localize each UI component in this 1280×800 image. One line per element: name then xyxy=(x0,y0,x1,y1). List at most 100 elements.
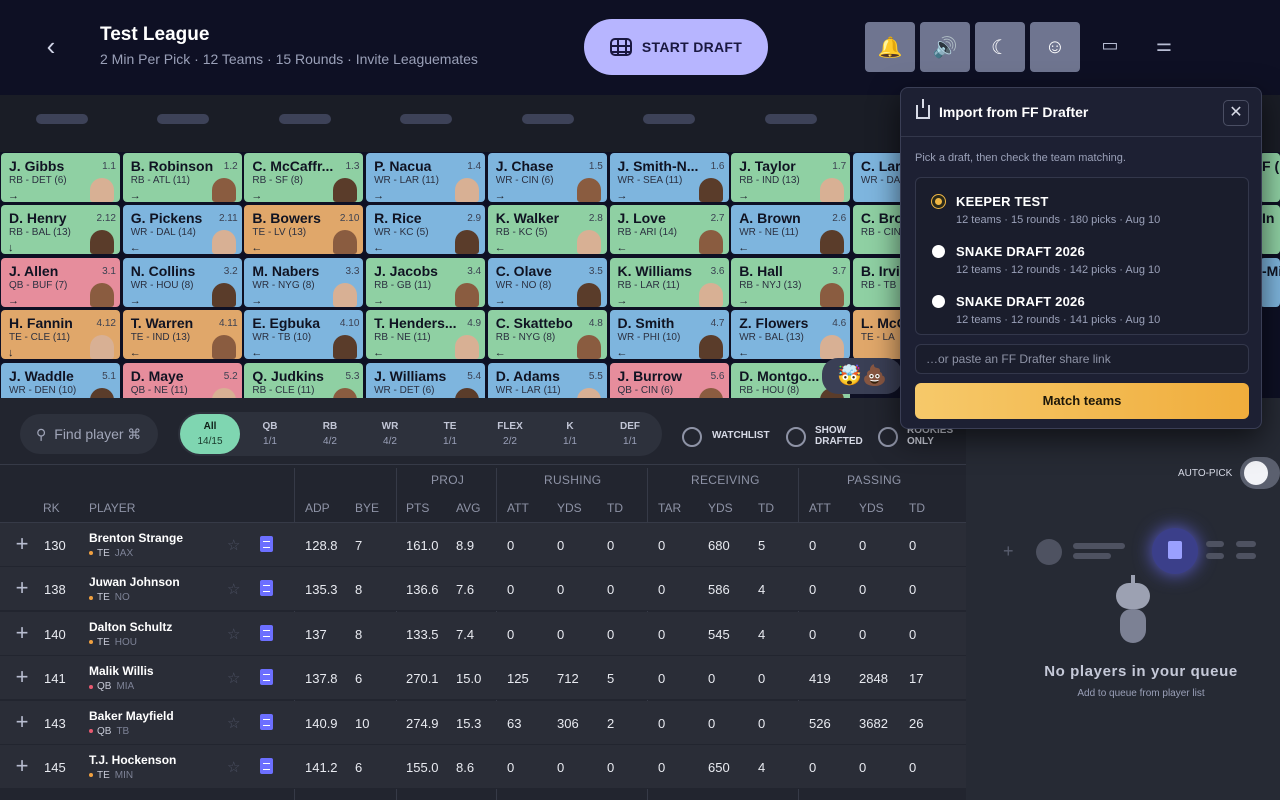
draft-pick-card[interactable]: M. Nabers 3.3 WR - NYG (8) → xyxy=(244,257,364,307)
draft-pick-card[interactable]: D. Smith 4.7 WR - PHI (10) ← xyxy=(609,310,729,360)
col-rec-yds[interactable]: YDS xyxy=(708,501,733,515)
draft-pick-card[interactable]: J. Gibbs 1.1 RB - DET (6) → xyxy=(1,153,120,202)
col-adp[interactable]: ADP xyxy=(305,501,330,515)
table-row[interactable]: +141 137.8 6 270.1 15.0 125 712 5 0 0 0 419 2848 17 Ma… xyxy=(0,656,966,701)
notes-icon[interactable] xyxy=(260,536,273,552)
draft-pick-card[interactable]: P. Nacua 1.4 WR - LAR (11) → xyxy=(366,153,486,202)
autopick-toggle[interactable] xyxy=(1240,457,1280,489)
draft-pick-card[interactable]: D. Henry 2.12 RB - BAL (13) ↓ xyxy=(1,205,120,255)
match-teams-button[interactable]: Match teams xyxy=(915,383,1249,419)
start-draft-button[interactable]: START DRAFT xyxy=(584,19,768,75)
show-drafted-checkbox[interactable] xyxy=(786,427,806,447)
speaker-icon[interactable]: 🔊 xyxy=(920,22,970,72)
player-name[interactable]: Malik Willis xyxy=(89,664,154,678)
draft-pick-card[interactable]: N. Collins 3.2 WR - HOU (8) → xyxy=(122,257,242,307)
draft-pick-card[interactable]: B. Bowers 2.10 TE - LV (13) ← xyxy=(244,205,364,255)
draft-pick-card-partial[interactable]: In xyxy=(1260,205,1280,255)
add-to-queue-icon[interactable]: + xyxy=(11,755,33,778)
col-pts[interactable]: PTS xyxy=(406,501,429,515)
filter-tab-flex[interactable]: FLEX 2/2 xyxy=(480,414,540,454)
draft-pick-card[interactable]: Z. Flowers 4.6 WR - BAL (13) ← xyxy=(731,310,851,360)
star-icon[interactable]: ☆ xyxy=(227,536,240,554)
filter-tab-wr[interactable]: WR 4/2 xyxy=(360,414,420,454)
draft-pick-card[interactable]: T. Henders... 4.9 RB - NE (11) ← xyxy=(366,310,486,360)
draft-pick-card[interactable]: R. Rice 2.9 WR - KC (5) ← xyxy=(366,205,486,255)
draft-pick-card[interactable]: K. Williams 3.6 RB - LAR (11) → xyxy=(609,257,729,307)
star-icon[interactable]: ☆ xyxy=(227,669,240,687)
draft-pick-card[interactable]: B. Hall 3.7 RB - NYJ (13) → xyxy=(731,257,851,307)
emoji-reaction[interactable]: 🤯💩 xyxy=(822,358,902,394)
col-rush-yds[interactable]: YDS xyxy=(557,501,582,515)
col-tar[interactable]: TAR xyxy=(658,501,681,515)
settings-sliders-icon[interactable]: ⚌ xyxy=(1149,35,1179,59)
notes-icon[interactable] xyxy=(260,624,273,641)
add-to-queue-icon[interactable]: + xyxy=(11,533,33,556)
col-avg[interactable]: AVG xyxy=(456,501,480,515)
draft-pick-card[interactable]: J. Smith-N... 1.6 WR - SEA (11) → xyxy=(609,153,729,202)
col-rk[interactable]: RK xyxy=(43,501,60,515)
notes-icon[interactable] xyxy=(260,713,273,730)
col-pass-att[interactable]: ATT xyxy=(809,501,831,515)
draft-pick-card[interactable]: T. Warren 4.11 TE - IND (13) ← xyxy=(122,310,242,360)
draft-pick-card[interactable]: J. Williams 5.4 WR - DET (6) xyxy=(366,362,486,398)
col-bye[interactable]: BYE xyxy=(355,501,379,515)
filter-tab-qb[interactable]: QB 1/1 xyxy=(240,414,300,454)
star-icon[interactable]: ☆ xyxy=(227,758,240,776)
col-player[interactable]: PLAYER xyxy=(89,501,135,515)
draft-pick-card[interactable]: J. Chase 1.5 WR - CIN (6) → xyxy=(487,153,607,202)
filter-tab-def[interactable]: DEF 1/1 xyxy=(600,414,660,454)
draft-pick-card-partial[interactable]: -Mi xyxy=(1260,257,1280,307)
star-icon[interactable]: ☆ xyxy=(227,714,240,732)
draft-option[interactable]: SNAKE DRAFT 2026 12 teams · 12 rounds · 1… xyxy=(916,232,1248,282)
draft-option[interactable]: SNAKE DRAFT 2026 12 teams · 12 rounds · 1… xyxy=(916,282,1248,332)
draft-pick-card[interactable]: C. Olave 3.5 WR - NO (8) → xyxy=(487,257,607,307)
moon-icon[interactable]: ☾ xyxy=(975,22,1025,72)
bell-icon[interactable]: 🔔 xyxy=(865,22,915,72)
draft-pick-card[interactable]: E. Egbuka 4.10 WR - TB (10) ← xyxy=(244,310,364,360)
player-name[interactable]: Juwan Johnson xyxy=(89,575,180,589)
draft-pick-card[interactable]: H. Fannin 4.12 TE - CLE (11) ↓ xyxy=(1,310,120,360)
add-to-queue-icon[interactable]: + xyxy=(11,577,33,600)
col-pass-td[interactable]: TD xyxy=(909,501,925,515)
add-to-queue-icon[interactable]: + xyxy=(11,621,33,645)
filter-tab-rb[interactable]: RB 4/2 xyxy=(300,414,360,454)
radio-button[interactable] xyxy=(932,295,945,308)
filter-tab-all[interactable]: All 14/15 xyxy=(180,414,240,454)
notes-icon[interactable] xyxy=(260,580,273,597)
draft-pick-card[interactable]: Q. Judkins 5.3 RB - CLE (11) xyxy=(244,362,364,398)
draft-pick-card[interactable]: J. Taylor 1.7 RB - IND (13) → xyxy=(731,153,851,202)
col-rush-td[interactable]: TD xyxy=(607,501,623,515)
player-name[interactable]: Baker Mayfield xyxy=(89,709,174,723)
draft-pick-card[interactable]: J. Jacobs 3.4 RB - GB (11) → xyxy=(366,257,486,307)
table-row[interactable]: +145 141.2 6 155.0 8.6 0 0 0 0 650 4 0 0 0 T.J. Hocken… xyxy=(0,745,966,789)
draft-pick-card[interactable]: G. Pickens 2.11 WR - DAL (14) ← xyxy=(122,205,242,255)
draft-option[interactable]: KEEPER TEST 12 teams · 15 rounds · 180 pi… xyxy=(916,182,1248,232)
draft-pick-card[interactable]: J. Waddle 5.1 WR - DEN (10) xyxy=(1,362,120,398)
radio-button[interactable] xyxy=(932,245,945,258)
filter-tab-k[interactable]: K 1/1 xyxy=(540,414,600,454)
close-icon[interactable]: ✕ xyxy=(1223,100,1249,126)
notes-icon[interactable] xyxy=(260,669,273,686)
draft-pick-card[interactable]: B. Robinson 1.2 RB - ATL (11) → xyxy=(122,153,242,202)
draft-pick-card[interactable]: K. Walker 2.8 RB - KC (5) ← xyxy=(487,205,607,255)
search-input[interactable]: ⚲ Find player ⌘ xyxy=(20,414,158,454)
draft-pick-card[interactable]: C. McCaffr... 1.3 RB - SF (8) → xyxy=(244,153,364,202)
table-row[interactable]: +140 137 8 133.5 7.4 0 0 0 0 545 4 0 0 0 Dalton Schult… xyxy=(0,611,966,656)
table-row[interactable]: +143 140.9 10 274.9 15.3 63 306 2 0 0 0 526 3682 26 Ba… xyxy=(0,700,966,745)
draft-pick-card[interactable]: J. Love 2.7 RB - ARI (14) ← xyxy=(609,205,729,255)
col-rush-att[interactable]: ATT xyxy=(507,501,529,515)
star-icon[interactable]: ☆ xyxy=(227,625,240,643)
rookies-only-checkbox[interactable] xyxy=(878,427,898,447)
draft-pick-card[interactable]: A. Brown 2.6 WR - NE (11) ← xyxy=(731,205,851,255)
draft-pick-card[interactable]: J. Burrow 5.6 QB - CIN (6) xyxy=(609,362,729,398)
draft-pick-card[interactable]: J. Allen 3.1 QB - BUF (7) → xyxy=(1,257,120,307)
back-arrow-icon[interactable]: ‹ xyxy=(38,32,64,60)
table-row[interactable]: +138 135.3 8 136.6 7.6 0 0 0 0 586 4 0 0 0 Juwan Johns… xyxy=(0,567,966,612)
smiley-icon[interactable]: ☺ xyxy=(1030,22,1080,72)
draft-pick-card-partial[interactable]: F ( xyxy=(1260,153,1280,202)
add-to-queue-icon[interactable]: + xyxy=(11,666,33,689)
share-link-input[interactable] xyxy=(915,344,1249,374)
notes-icon[interactable] xyxy=(260,758,273,774)
radio-button[interactable] xyxy=(932,195,945,208)
player-name[interactable]: T.J. Hockenson xyxy=(89,753,176,767)
